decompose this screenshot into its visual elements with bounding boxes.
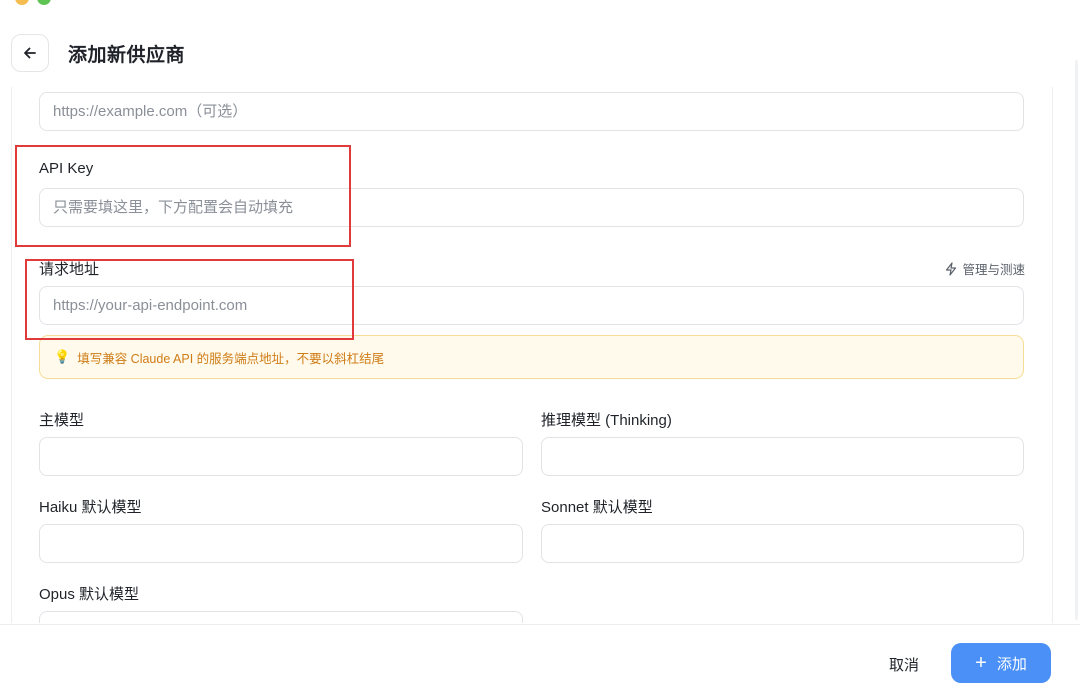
api-key-input[interactable] (39, 188, 1024, 227)
scrollbar[interactable] (1075, 60, 1078, 620)
add-button[interactable]: + 添加 (951, 643, 1051, 683)
haiku-model-label: Haiku 默认模型 (39, 499, 142, 516)
endpoint-hint-text: 填写兼容 Claude API 的服务端点地址，不要以斜杠结尾 (77, 351, 385, 366)
cancel-button[interactable]: 取消 (872, 645, 936, 683)
main-model-label: 主模型 (39, 412, 85, 429)
thinking-model-label: 推理模型 (Thinking) (541, 412, 672, 429)
haiku-model-input[interactable] (39, 524, 523, 563)
lightning-icon (946, 261, 957, 276)
arrow-left-icon (24, 47, 36, 59)
endpoint-label: 请求地址 (39, 261, 100, 278)
maximize-window-button[interactable] (37, 0, 51, 5)
plus-icon: + (975, 652, 987, 674)
endpoint-input[interactable] (39, 286, 1024, 325)
minimize-window-button[interactable] (15, 0, 29, 5)
window-controls (15, 0, 51, 5)
back-button[interactable] (11, 34, 49, 72)
sonnet-model-input[interactable] (541, 524, 1024, 563)
add-button-label: 添加 (996, 655, 1027, 673)
app-window: 添加新供应商 API Key 请求地址 管理与测速 💡 填写兼容 Claude … (0, 0, 1080, 697)
opus-model-input[interactable] (39, 611, 523, 623)
opus-model-label: Opus 默认模型 (39, 586, 140, 603)
lightbulb-icon: 💡 (54, 349, 71, 364)
page-header: 添加新供应商 (11, 33, 1080, 73)
endpoint-hint: 💡 填写兼容 Claude API 的服务端点地址，不要以斜杠结尾 (39, 335, 1024, 379)
main-model-input[interactable] (39, 437, 523, 476)
thinking-model-input[interactable] (541, 437, 1024, 476)
api-key-label: API Key (39, 160, 94, 177)
sonnet-model-label: Sonnet 默认模型 (541, 499, 653, 516)
page-title: 添加新供应商 (68, 44, 186, 66)
form-scroll-area[interactable]: API Key 请求地址 管理与测速 💡 填写兼容 Claude API 的服务… (11, 87, 1053, 623)
website-url-input[interactable] (39, 92, 1024, 131)
manage-speedtest-label: 管理与测速 (962, 263, 1025, 277)
manage-speedtest-link[interactable]: 管理与测速 (944, 259, 1025, 278)
dialog-footer: 取消 + 添加 (0, 624, 1080, 697)
